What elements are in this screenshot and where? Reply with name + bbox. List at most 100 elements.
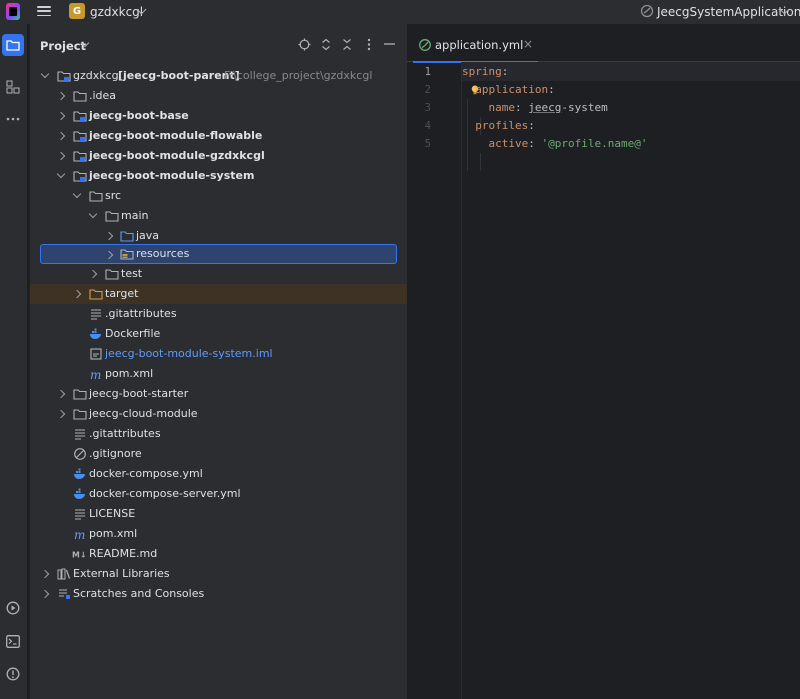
panel-title[interactable]: Project (40, 39, 86, 53)
tree-item-label: LICENSE (89, 507, 136, 520)
tree-item-label: target (105, 287, 139, 300)
line-number: 5 (424, 138, 431, 150)
tree-item-label: main (121, 209, 149, 222)
chevron-down-icon[interactable] (56, 169, 66, 179)
yaml-colon: : (548, 83, 555, 96)
tree-item-cloud[interactable]: jeecg-cloud-module (30, 404, 407, 424)
tree-item-base[interactable]: jeecg-boot-base (30, 106, 407, 126)
yaml-string-value: '@profile.name@' (541, 137, 648, 150)
chevron-right-icon[interactable] (56, 91, 66, 101)
tree-item-license[interactable]: LICENSE (30, 504, 407, 524)
tree-item-root[interactable]: gzdxkcgl [jeecg-boot-parent] F:\college_… (30, 66, 407, 86)
chevron-down-icon[interactable] (88, 209, 98, 219)
yaml-key: name (488, 101, 516, 114)
close-icon[interactable]: × (523, 37, 533, 51)
intellij-logo-icon[interactable] (6, 3, 20, 20)
tree-item-external-libraries[interactable]: External Libraries (30, 564, 407, 584)
tree-item-target[interactable]: target (30, 284, 407, 304)
chevron-right-icon[interactable] (56, 389, 66, 399)
tree-item-system[interactable]: jeecg-boot-module-system (30, 166, 407, 186)
tree-item-compose-server[interactable]: docker-compose-server.yml (30, 484, 407, 504)
code-line-3[interactable]: name: jeecg-system (462, 101, 608, 114)
folder-icon (73, 91, 87, 102)
tree-item-label: gzdxkcgl (73, 69, 122, 82)
tree-item-flowable[interactable]: jeecg-boot-module-flowable (30, 126, 407, 146)
svg-text:m: m (90, 368, 101, 381)
code-line-4[interactable]: profiles: (462, 119, 535, 132)
collapse-all-icon[interactable] (339, 36, 355, 52)
folder-icon (89, 191, 103, 202)
tree-item-dockerfile[interactable]: Dockerfile (30, 324, 407, 344)
main-menu-icon[interactable] (36, 4, 52, 18)
tree-item-test[interactable]: test (30, 264, 407, 284)
chevron-right-icon[interactable] (40, 569, 50, 579)
project-badge[interactable]: G (69, 3, 85, 19)
code-line-2[interactable]: application: (462, 83, 555, 96)
maven-icon: m (74, 528, 85, 541)
maven-icon: m (90, 368, 101, 381)
chevron-down-icon[interactable] (40, 69, 50, 79)
locate-file-icon[interactable] (296, 36, 312, 52)
tree-item-label: .idea (89, 89, 117, 102)
expand-all-icon[interactable] (318, 36, 334, 52)
chevron-right-icon[interactable] (72, 289, 82, 299)
tree-item-label: test (121, 267, 143, 280)
tree-item-label: README.md (89, 547, 158, 560)
tree-item-sys-gitattributes[interactable]: .gitattributes (30, 304, 407, 324)
yaml-key: active (488, 137, 529, 150)
tree-item-sys-pom[interactable]: m pom.xml (30, 364, 407, 384)
tool-window-strip (0, 24, 28, 699)
options-menu-icon[interactable] (361, 36, 377, 52)
tree-item-label: jeecg-cloud-module (89, 407, 198, 420)
yaml-key: profiles (475, 119, 529, 132)
run-configuration[interactable]: JeecgSystemApplication (657, 5, 800, 19)
tree-item-resources[interactable]: resources (40, 244, 397, 264)
line-number: 2 (424, 84, 431, 96)
tree-item-gitignore[interactable]: .gitignore (30, 444, 407, 464)
text-file-icon (91, 309, 101, 320)
hide-panel-icon[interactable] (381, 36, 397, 52)
tree-item-main[interactable]: main (30, 206, 407, 226)
tree-item-iml[interactable]: jeecg-boot-module-system.iml (30, 344, 407, 364)
chevron-right-icon[interactable] (56, 409, 66, 419)
tree-item-gzdxkcgl-module[interactable]: jeecg-boot-module-gzdxkcgl (30, 146, 407, 166)
chevron-right-icon[interactable] (56, 111, 66, 121)
tree-item-gitattributes[interactable]: .gitattributes (30, 424, 407, 444)
svg-text:M↓: M↓ (72, 551, 86, 560)
services-run-icon[interactable] (2, 597, 24, 619)
terminal-icon[interactable] (2, 630, 24, 652)
tab-label: application.yml (435, 38, 524, 52)
yaml-value: jeecg (528, 101, 562, 114)
chevron-down-icon[interactable] (72, 189, 82, 199)
problems-icon[interactable] (2, 663, 24, 685)
tree-item-label: jeecg-boot-module-flowable (89, 129, 263, 142)
tree-item-idea[interactable]: .idea (30, 86, 407, 106)
tree-item-label: java (136, 229, 160, 242)
code-line-1[interactable]: spring: (462, 65, 508, 78)
tree-item-compose[interactable]: docker-compose.yml (30, 464, 407, 484)
structure-icon[interactable] (2, 76, 24, 98)
tree-item-starter[interactable]: jeecg-boot-starter (30, 384, 407, 404)
code-line-5[interactable]: active: '@profile.name@' (462, 137, 648, 150)
chevron-right-icon[interactable] (104, 231, 114, 241)
tree-item-java[interactable]: java (30, 226, 407, 246)
chevron-right-icon[interactable] (56, 131, 66, 141)
indent-guide (480, 153, 481, 171)
tree-item-label: Scratches and Consoles (73, 587, 205, 600)
tree-item-label: jeecg-boot-base (89, 109, 189, 122)
chevron-right-icon[interactable] (104, 250, 114, 260)
docker-icon (74, 468, 85, 479)
project-name[interactable]: gzdxkcgl (90, 5, 143, 19)
tree-item-label: Dockerfile (105, 327, 161, 340)
tab-application-yml[interactable]: application.yml × (413, 24, 538, 63)
chevron-right-icon[interactable] (56, 151, 66, 161)
chevron-right-icon[interactable] (88, 269, 98, 279)
module-folder-icon (73, 111, 87, 122)
tree-item-scratches[interactable]: Scratches and Consoles (30, 584, 407, 604)
tree-item-src[interactable]: src (30, 186, 407, 206)
project-folder-icon[interactable] (2, 34, 24, 56)
tree-item-pom[interactable]: m pom.xml (30, 524, 407, 544)
more-tools-icon[interactable] (2, 108, 24, 130)
chevron-right-icon[interactable] (40, 589, 50, 599)
tree-item-readme[interactable]: M↓ README.md (30, 544, 407, 564)
